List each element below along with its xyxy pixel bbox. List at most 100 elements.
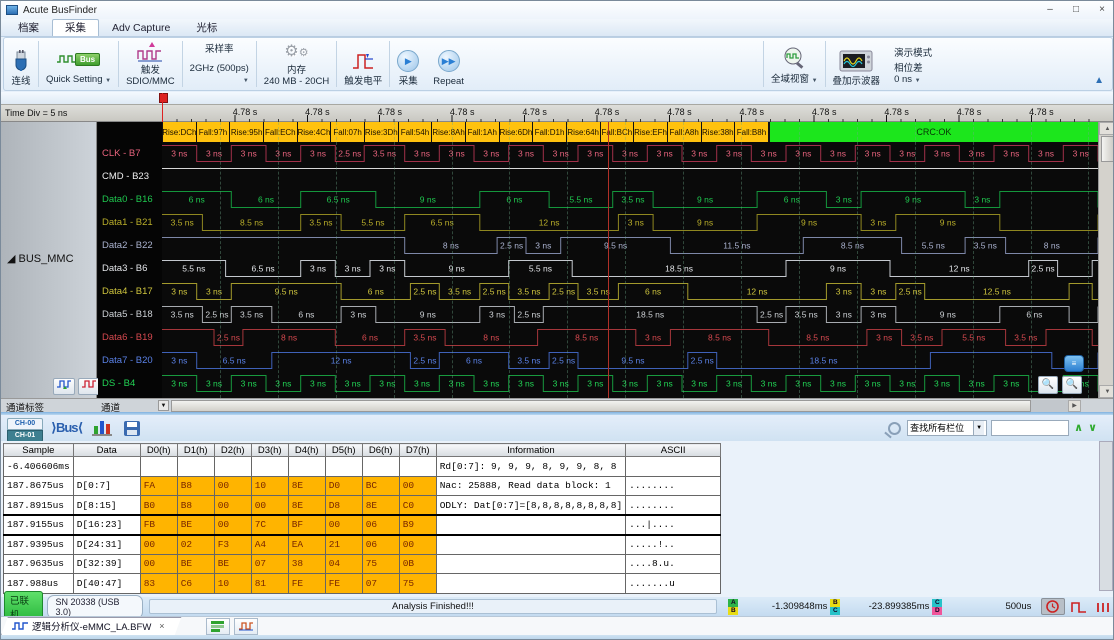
channel-label[interactable]: Data7 - B20 (102, 349, 153, 372)
hex-cell[interactable]: 8E (288, 476, 325, 496)
waveform-row[interactable]: 3 ns3 ns3 ns3 ns3 ns2.5 ns3.5 ns3 ns3 ns… (162, 142, 1098, 165)
bus-event[interactable]: Fall:1Ah (465, 122, 499, 142)
menu-tab-file[interactable]: 档案 (5, 19, 52, 36)
hex-cell[interactable]: 8E (362, 496, 399, 516)
information-cell[interactable] (436, 554, 625, 574)
table-header[interactable]: Data (73, 444, 140, 457)
phase-value-select[interactable]: 0 ns ▼ (894, 74, 921, 87)
information-cell[interactable]: Rd[0:7]: 9, 9, 9, 8, 9, 9, 8, 8 (436, 457, 625, 477)
hex-cell[interactable]: FE (288, 574, 325, 594)
table-header[interactable]: D0(h) (140, 444, 177, 457)
bus-decode-row[interactable]: Rise:DChFall:97hRise:95hFall:EChRise:4Ch… (162, 122, 1098, 142)
ascii-cell[interactable]: ........ (626, 476, 721, 496)
cursor-line[interactable] (608, 122, 609, 398)
hex-cell[interactable]: 00 (214, 515, 251, 535)
tooltip-icon[interactable]: ≡ (1064, 355, 1084, 372)
hex-cell[interactable]: 04 (325, 554, 362, 574)
bus-event[interactable]: Rise:64h (566, 122, 600, 142)
capture-button[interactable]: ▶ 采集 (390, 38, 426, 90)
channel-list-button[interactable]: CH-00CH-01 (7, 418, 43, 438)
quick-setting-button[interactable]: Bus Quick Setting ▼ (39, 38, 118, 90)
table-header[interactable]: D1(h) (177, 444, 214, 457)
table-row[interactable]: -6.406606ms Rd[0:7]: 9, 9, 9, 8, 9, 9, 8,… (4, 457, 721, 477)
table-scrollbar[interactable] (1099, 441, 1113, 591)
bus-event[interactable]: Rise:EFh (633, 122, 667, 142)
waveform-area[interactable]: Rise:DChFall:97hRise:95hFall:EChRise:4Ch… (162, 122, 1098, 398)
save-report-button[interactable] (124, 421, 140, 436)
waveform-row[interactable]: 3.5 ns8.5 ns3.5 ns5.5 ns6.5 ns12 ns3 ns9… (162, 211, 1098, 234)
hex-cell[interactable]: 00 (214, 496, 251, 516)
toolbar-collapse-button[interactable]: ▲ (1094, 75, 1104, 86)
hex-cell[interactable]: 07 (251, 554, 288, 574)
hex-cell[interactable]: FB (140, 515, 177, 535)
burst-view-button[interactable] (1094, 598, 1114, 615)
trigger-level-button[interactable]: 触发电平 (337, 38, 389, 90)
hex-cell[interactable]: 00 (399, 476, 436, 496)
hex-cell[interactable]: 21 (325, 535, 362, 555)
hscroll-thumb[interactable] (171, 400, 1031, 412)
ascii-cell[interactable]: .......u (626, 574, 721, 594)
bus-event[interactable]: Rise:38h (701, 122, 735, 142)
sample-cell[interactable]: 187.8915us (4, 496, 74, 516)
information-cell[interactable]: Nac: 25888, Read data block: 1 (436, 476, 625, 496)
hex-cell[interactable]: 0B (399, 554, 436, 574)
data-range-cell[interactable] (73, 457, 140, 477)
bus-event[interactable]: Fall:54h (398, 122, 432, 142)
stack-scope-button[interactable]: 叠加示波器 (826, 38, 888, 90)
menu-tab-adv-capture[interactable]: Adv Capture (99, 19, 183, 36)
channel-label[interactable]: CLK - B7 (102, 142, 141, 165)
hex-cell[interactable]: 75 (399, 574, 436, 594)
information-cell[interactable] (436, 515, 625, 535)
bus-event[interactable]: Rise:DCh (162, 122, 196, 142)
hex-cell[interactable]: F3 (214, 535, 251, 555)
waveform-row[interactable]: 8 ns2.5 ns3 ns9.5 ns11.5 ns8.5 ns5.5 ns3… (162, 234, 1098, 257)
table-header[interactable]: Sample (4, 444, 74, 457)
hex-cell[interactable] (288, 457, 325, 477)
global-view-button[interactable]: 全域视窗 ▼ (764, 38, 825, 90)
table-header[interactable]: D6(h) (362, 444, 399, 457)
hex-cell[interactable]: B0 (140, 496, 177, 516)
bus-group-label[interactable]: ◢ BUS_MMC (7, 252, 74, 265)
hex-cell[interactable]: 00 (214, 476, 251, 496)
scroll-down-button[interactable]: ▼ (1099, 385, 1114, 398)
ascii-cell[interactable] (626, 457, 721, 477)
data-range-cell[interactable]: D[16:23] (73, 515, 140, 535)
hex-cell[interactable]: 06 (362, 535, 399, 555)
table-header[interactable]: D4(h) (288, 444, 325, 457)
data-range-cell[interactable]: D[40:47] (73, 574, 140, 594)
scroll-up-button[interactable]: ▲ (1099, 122, 1114, 135)
maximize-button[interactable]: □ (1063, 2, 1089, 19)
hex-cell[interactable]: 00 (399, 535, 436, 555)
hex-cell[interactable] (214, 457, 251, 477)
repeat-button[interactable]: ▶▶ Repeat (426, 38, 471, 90)
search-next-button[interactable]: ∨ (1088, 420, 1097, 436)
bus-event[interactable]: Fall:97h (196, 122, 230, 142)
hex-cell[interactable]: 8E (288, 496, 325, 516)
channel-label[interactable]: Data4 - B17 (102, 280, 153, 303)
waveform-mode2-button[interactable] (78, 378, 100, 395)
hex-cell[interactable]: D8 (325, 496, 362, 516)
sample-rate-select[interactable]: 采样率 2GHz (500ps) ▼ (183, 38, 256, 90)
ascii-cell[interactable]: ........ (626, 496, 721, 516)
zoom-out-button[interactable]: 🔍− (1038, 376, 1058, 394)
channel-label[interactable]: Data5 - B18 (102, 303, 153, 326)
hex-cell[interactable]: 83 (140, 574, 177, 594)
scrollbar-thumb[interactable] (1101, 136, 1114, 162)
sample-cell[interactable]: -6.406606ms (4, 457, 74, 477)
information-cell[interactable] (436, 574, 625, 594)
table-row[interactable]: 187.9635usD[32:39]00BEBE073804750B....8.… (4, 554, 721, 574)
bus-event[interactable]: Rise:4Ch (297, 122, 331, 142)
ascii-cell[interactable]: ....8.u. (626, 554, 721, 574)
hex-cell[interactable]: FA (140, 476, 177, 496)
crc-status[interactable]: CRC:OK (768, 122, 1098, 142)
hex-cell[interactable]: 07 (362, 574, 399, 594)
hex-cell[interactable]: 10 (251, 476, 288, 496)
search-prev-button[interactable]: ∧ (1074, 420, 1083, 436)
hex-cell[interactable]: BF (288, 515, 325, 535)
hex-cell[interactable] (140, 457, 177, 477)
hex-cell[interactable]: BC (362, 476, 399, 496)
report-list-button[interactable] (206, 618, 230, 635)
waveform-row[interactable]: 3.5 ns2.5 ns3.5 ns6 ns3 ns9 ns3 ns2.5 ns… (162, 303, 1098, 326)
minimize-button[interactable]: – (1037, 2, 1063, 19)
hex-cell[interactable]: C0 (399, 496, 436, 516)
